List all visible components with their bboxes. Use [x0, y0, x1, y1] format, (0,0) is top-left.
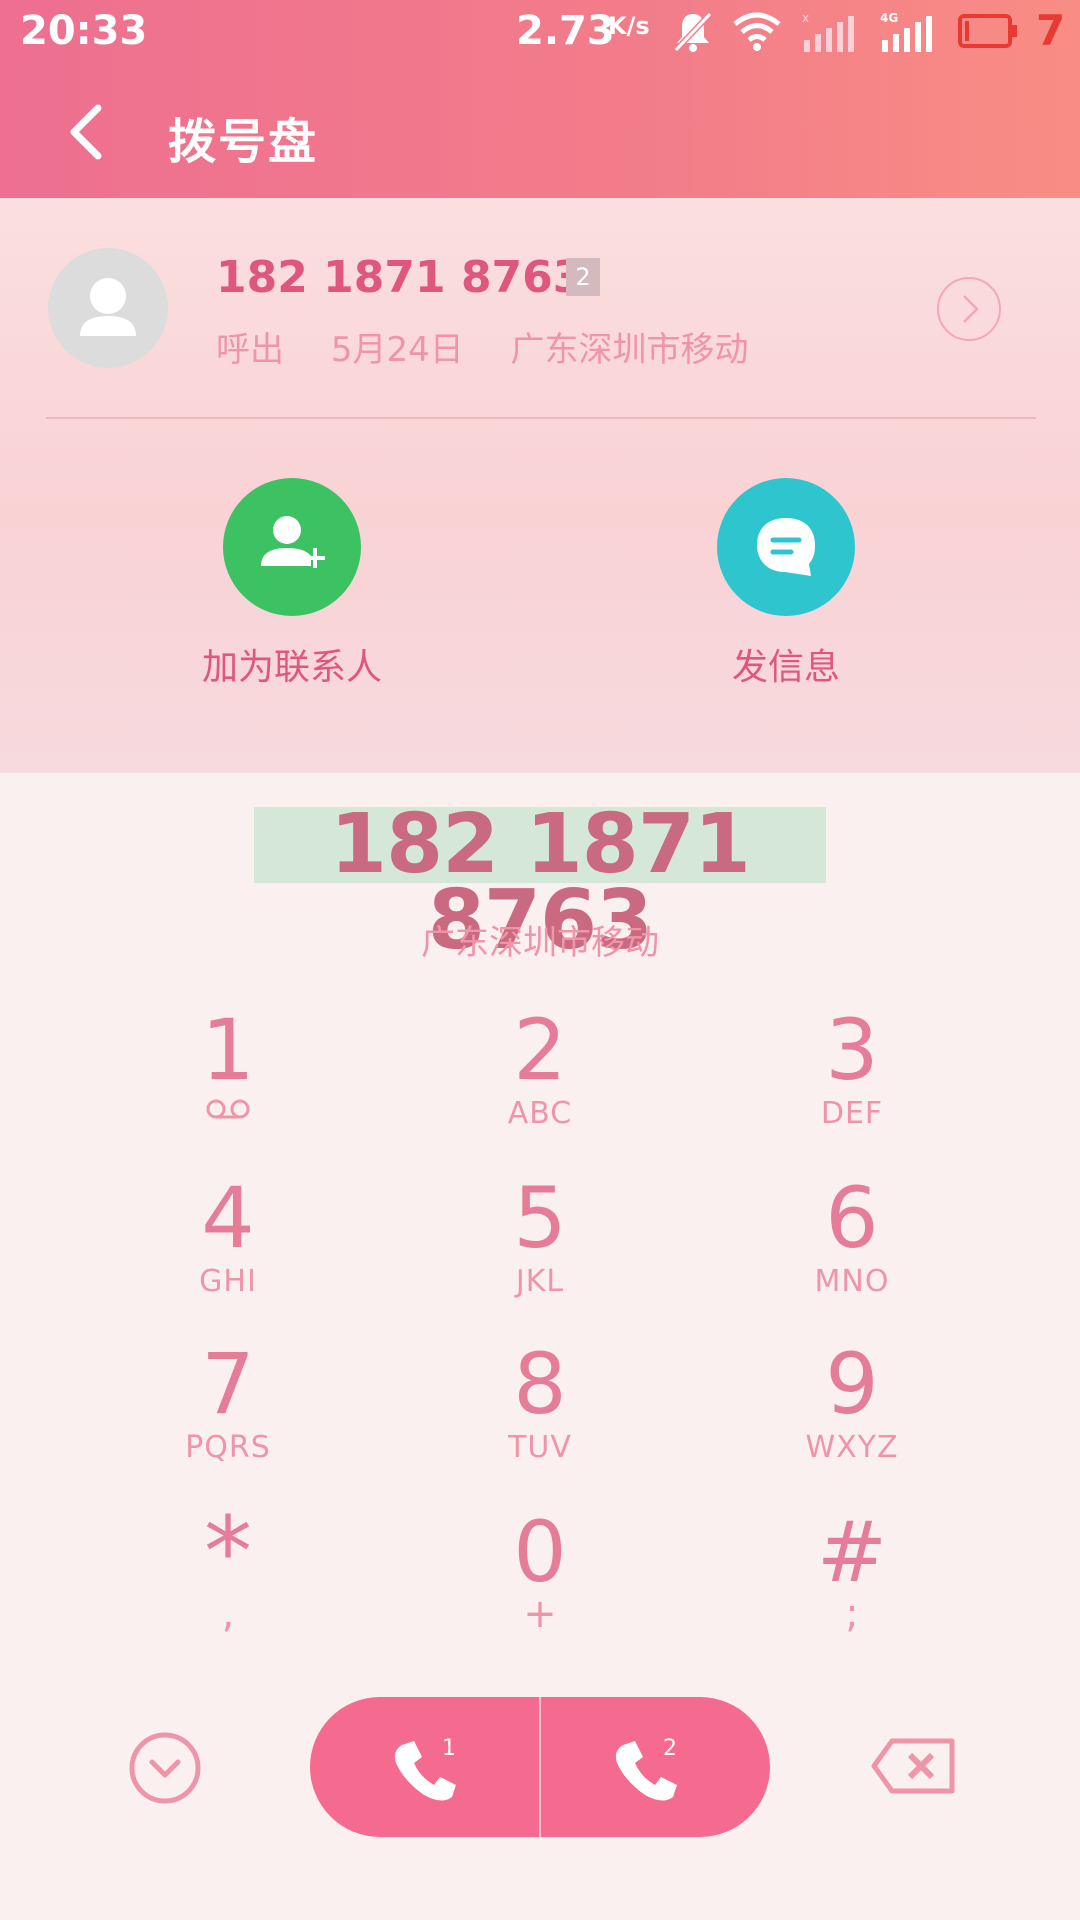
key-8[interactable]: 8 TUV: [430, 1337, 650, 1477]
person-icon: [80, 278, 136, 336]
wifi-icon: [733, 12, 781, 51]
key-7[interactable]: 7 PQRS: [118, 1337, 338, 1477]
key-digit: 4: [201, 1169, 255, 1267]
key-letters: MNO: [814, 1264, 890, 1299]
voicemail-icon: [206, 1099, 250, 1119]
send-message-button[interactable]: 发信息: [656, 478, 916, 690]
key-digit: 8: [513, 1335, 567, 1433]
network-speed: 2.73: [516, 8, 615, 54]
key-letters: ABC: [507, 1096, 573, 1131]
svg-text:4G: 4G: [880, 11, 898, 25]
app-bar: 拨号盘: [0, 66, 1080, 198]
key-letters: JKL: [515, 1264, 565, 1299]
recent-call-number[interactable]: 182 1871 8763: [216, 252, 583, 303]
divider: [46, 417, 1036, 419]
message-icon: [757, 518, 815, 576]
key-star[interactable]: * ,: [118, 1496, 338, 1645]
sim-badge: 2: [566, 258, 600, 296]
call-sim1-button[interactable]: 1: [310, 1697, 539, 1837]
key-letters: GHI: [199, 1264, 257, 1299]
number-location: 广东深圳市移动: [421, 923, 659, 963]
key-9[interactable]: 9 WXYZ: [742, 1337, 962, 1477]
network-speed-unit: K/s: [608, 12, 650, 40]
key-digit: #: [816, 1503, 888, 1601]
dialed-number-display[interactable]: 182 1871 8763: [254, 804, 826, 962]
add-contact-label: 加为联系人: [201, 647, 382, 688]
status-time: 20:33: [20, 8, 148, 54]
key-5[interactable]: 5 JKL: [430, 1171, 650, 1311]
key-4[interactable]: 4 GHI: [118, 1171, 338, 1311]
collapse-dialpad-icon[interactable]: [128, 1731, 202, 1805]
header: 20:33 2.73 K/s x 4G 7 拨号盘: [0, 0, 1080, 198]
key-6[interactable]: 6 MNO: [742, 1171, 962, 1311]
battery-level: 7: [1036, 6, 1066, 55]
key-hash[interactable]: # ;: [742, 1505, 962, 1645]
dialpad-area: 182 1871 8763 广东深圳市移动 1 2 ABC 3 DEF 4 GH…: [0, 773, 1080, 1920]
call-date: 5月24日: [330, 330, 464, 370]
call-sim1-label: 1: [442, 1736, 456, 1761]
back-arrow-icon[interactable]: [62, 100, 110, 164]
avatar: [48, 248, 168, 368]
recent-call-meta: 呼出 5月24日 广东深圳市移动: [216, 322, 785, 371]
chevron-right-icon[interactable]: [936, 276, 1002, 342]
call-sim2-label: 2: [663, 1736, 677, 1761]
recent-call-card: 182 1871 8763 2 呼出 5月24日 广东深圳市移动 加为联系人 发…: [0, 198, 1080, 773]
key-digit: 0: [513, 1503, 567, 1601]
key-digit: 7: [201, 1335, 255, 1433]
key-0[interactable]: 0 +: [430, 1505, 650, 1645]
key-letters: PQRS: [185, 1430, 271, 1465]
key-1[interactable]: 1: [118, 1003, 338, 1143]
backspace-icon[interactable]: [870, 1737, 956, 1795]
key-digit: 5: [513, 1169, 567, 1267]
key-letters: WXYZ: [805, 1430, 899, 1465]
key-digit: 1: [201, 1001, 255, 1099]
key-3[interactable]: 3 DEF: [742, 1003, 962, 1143]
key-digit: 6: [825, 1169, 879, 1267]
call-location: 广东深圳市移动: [510, 330, 749, 370]
key-symbol: +: [523, 1591, 557, 1637]
call-sim2-button[interactable]: 2: [541, 1697, 770, 1837]
signal-sim1-icon: x: [802, 11, 854, 52]
key-symbol: ;: [845, 1591, 859, 1637]
phone-icon: 2: [615, 1736, 677, 1801]
mute-icon: [673, 11, 713, 53]
signal-4g-icon: 4G: [880, 11, 932, 52]
status-bar: 20:33 2.73 K/s x 4G 7: [0, 0, 1080, 66]
page-title: 拨号盘: [168, 114, 319, 170]
key-letters: TUV: [508, 1430, 572, 1465]
svg-text:x: x: [802, 11, 809, 25]
key-2[interactable]: 2 ABC: [430, 1003, 650, 1143]
key-symbol: ,: [221, 1591, 235, 1637]
send-message-label: 发信息: [731, 647, 840, 688]
add-contact-button[interactable]: 加为联系人: [162, 478, 422, 690]
add-contact-icon: [261, 516, 325, 568]
key-digit: *: [204, 1496, 252, 1608]
phone-icon: 1: [394, 1736, 456, 1801]
key-digit: 3: [825, 1001, 879, 1099]
key-digit: 9: [825, 1335, 879, 1433]
call-type: 呼出: [216, 330, 284, 370]
call-buttons: 1 2: [310, 1697, 770, 1837]
key-letters: DEF: [820, 1096, 884, 1131]
key-digit: 2: [513, 1001, 567, 1099]
battery-low-icon: [958, 14, 1017, 48]
